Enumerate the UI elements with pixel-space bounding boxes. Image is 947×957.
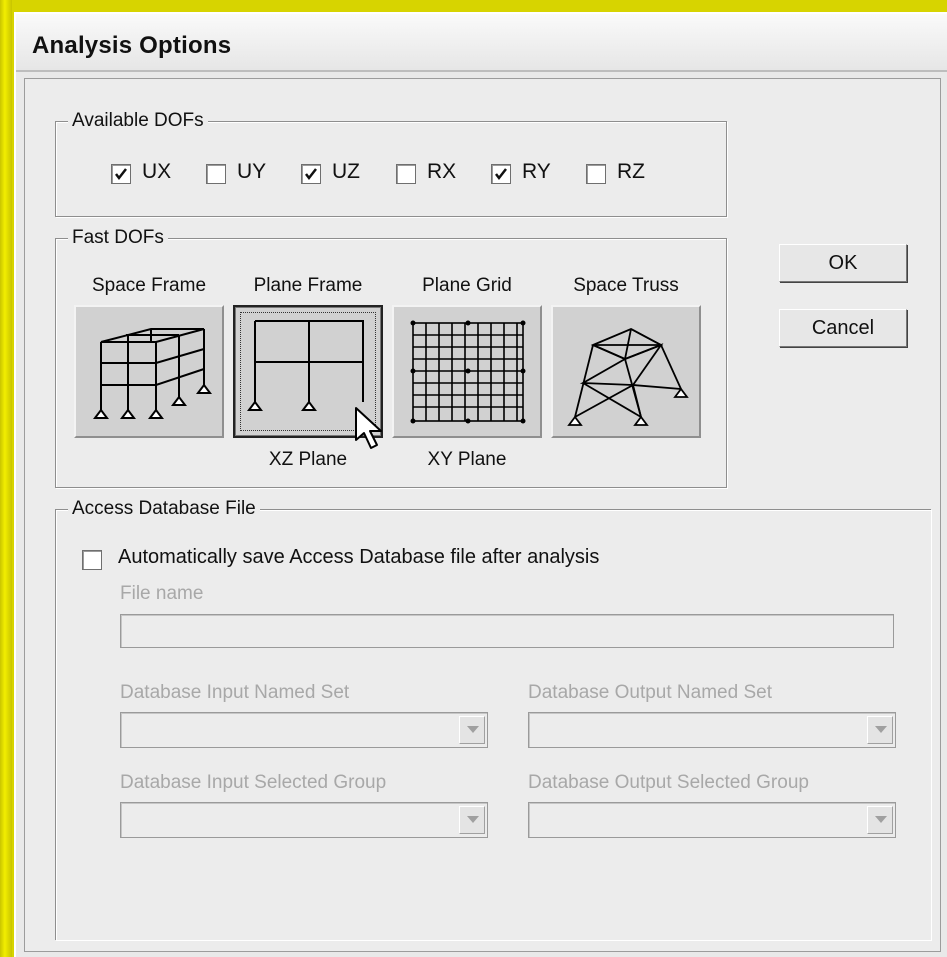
output-selected-group-select[interactable]: [528, 802, 896, 838]
background-strip: [0, 0, 12, 957]
ok-button[interactable]: OK: [779, 244, 907, 282]
output-selected-group-label: Database Output Selected Group: [528, 772, 809, 793]
access-database-title: Access Database File: [68, 498, 260, 520]
available-dofs-title: Available DOFs: [68, 110, 208, 132]
fast-dofs-group: Fast DOFs Space Frame Plane Frame Plane …: [55, 227, 727, 488]
check-icon: [305, 168, 317, 181]
space-frame-icon: [93, 328, 212, 419]
input-named-set-select[interactable]: [120, 712, 488, 748]
file-name-label: File name: [120, 583, 204, 604]
checkbox-uz-label: UZ: [332, 160, 360, 183]
chevron-down-icon[interactable]: [867, 716, 893, 744]
mouse-cursor-icon: [355, 407, 382, 449]
checkbox-uy-label: UY: [237, 160, 267, 183]
plane-grid-plane-label: XY Plane: [427, 449, 507, 470]
check-icon: [115, 168, 127, 181]
plane-frame-label: Plane Frame: [253, 275, 363, 296]
checkbox-rx-label: RX: [427, 160, 457, 183]
dialog-client-area: Available DOFs UX UY UZ RX RY RZ Fast DO…: [24, 78, 941, 952]
file-name-input[interactable]: [120, 614, 894, 648]
checkbox-uz[interactable]: [301, 164, 321, 184]
input-named-set-label: Database Input Named Set: [120, 682, 350, 703]
access-database-group: Access Database File Automatically save …: [55, 498, 931, 940]
chevron-down-icon[interactable]: [459, 716, 485, 744]
checkbox-rz[interactable]: [586, 164, 606, 184]
title-bar[interactable]: Analysis Options: [16, 14, 947, 72]
space-truss-button[interactable]: [551, 305, 701, 438]
chevron-down-icon[interactable]: [459, 806, 485, 834]
window-title: Analysis Options: [32, 32, 232, 59]
chevron-down-icon[interactable]: [867, 806, 893, 834]
checkbox-rz-label: RZ: [617, 160, 645, 183]
checkbox-ux-label: UX: [142, 160, 172, 183]
analysis-options-dialog: Analysis Options Available DOFs UX UY UZ…: [14, 12, 947, 957]
check-icon: [495, 168, 507, 181]
available-dofs-group: Available DOFs UX UY UZ RX RY RZ: [55, 110, 727, 217]
checkbox-rx[interactable]: [396, 164, 416, 184]
checkbox-ry-label: RY: [522, 160, 551, 183]
cancel-button[interactable]: Cancel: [779, 309, 907, 347]
input-selected-group-label: Database Input Selected Group: [120, 772, 387, 793]
checkbox-ux[interactable]: [111, 164, 131, 184]
autosave-label: Automatically save Access Database file …: [118, 546, 600, 568]
space-frame-label: Space Frame: [91, 275, 207, 296]
plane-grid-button[interactable]: [392, 305, 542, 438]
output-named-set-select[interactable]: [528, 712, 896, 748]
input-selected-group-select[interactable]: [120, 802, 488, 838]
plane-grid-icon: [410, 320, 526, 424]
autosave-checkbox[interactable]: [82, 550, 102, 570]
plane-grid-label: Plane Grid: [422, 275, 512, 296]
checkbox-uy[interactable]: [206, 164, 226, 184]
checkbox-ry[interactable]: [491, 164, 511, 184]
space-truss-icon: [567, 328, 689, 426]
fast-dofs-title: Fast DOFs: [68, 227, 168, 249]
output-named-set-label: Database Output Named Set: [528, 682, 772, 703]
space-truss-label: Space Truss: [573, 275, 679, 296]
space-frame-button[interactable]: [74, 305, 224, 438]
